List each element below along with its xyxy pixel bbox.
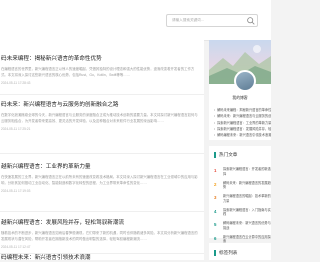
post-meta: 2024-05-11 17:19:03 [1,189,200,194]
divider [0,153,204,154]
hot-article-rank: 1 [214,168,217,173]
tags-heading: 标签列表 [214,250,237,256]
profile-card: 我的博客 解码未来编程：揭秘新兴语言的革命性优势 解码未来：新兴编程语言与云服务… [209,40,271,140]
hot-article-item[interactable]: 3 新兴编程语言的崛起：技术革新的力量 [214,194,271,208]
hot-articles-heading: 热门文章 [214,152,237,158]
hot-article-rank: 3 [214,195,217,200]
post-title[interactable]: 越新兴编程语言：工业界的革新力量 [1,163,200,171]
post-date: 2024-05-11 17:12:47 [1,245,31,249]
post-date: 2024-05-11 17:25:21 [1,127,31,131]
divider [0,211,204,212]
hot-article-rank: 6 [214,235,217,241]
hot-article-title[interactable]: 解码编程未来：新兴语言的优势与挑战 [223,221,271,231]
profile-link[interactable]: 解码未来：新兴编程语言与云服务的创新融合之路 [214,113,271,119]
hot-article-rank: 5 [214,222,217,227]
hot-articles-list: 1 探索新兴编程语言：开发者的新选择 2 解码未来：新兴编程语言的发展趋势 3 … [214,167,271,248]
profile-link-list: 解码未来编程：揭秘新兴语言的革命性优势 解码未来：新兴编程语言与云服务的创新融合… [214,107,271,138]
post-excerpt: 在编程语言的世界里，新兴编程语言正以惊人的速度崛起，凭借其独特的设计理念和强大的… [1,67,195,77]
post-excerpt: 随着技术的不断进步，新兴编程语言如雨后春笋般涌现，它们带来了新的机遇，同时也伴随… [1,231,198,241]
post-item[interactable]: 码未来编程：揭秘新兴语言的革命性优势 在编程语言的世界里，新兴编程语言正以惊人的… [0,55,200,86]
profile-link[interactable]: 探索新兴编程语言：工业界的革新力量 [214,120,271,126]
post-meta: 2024-05-11 17:28:43 [1,81,200,86]
post-excerpt: 在数字化浪潮席卷全球的今天，新兴编程语言与云服务的深度融合正成为推动技术创新的重… [1,113,198,123]
post-title[interactable]: 码未来编程：揭秘新兴语言的革命性优势 [1,55,200,63]
post-item[interactable]: 越新兴编程语言：工业界的革新力量 在快速发展的工业界，新兴编程语言正在以前所未有… [0,163,200,194]
hot-articles-card: 热门文章 1 探索新兴编程语言：开发者的新选择 2 解码未来：新兴编程语言的发展… [209,146,271,243]
hot-article-title[interactable]: 探索新兴编程语言：开发者的新选择 [223,167,271,177]
post-meta: 2024-05-11 17:12:47 [1,245,200,250]
post-item[interactable]: 码编程未来：新兴语言引领技术浪潮 [0,254,200,262]
search-input[interactable] [166,14,258,27]
post-date: 2024-05-11 17:28:43 [1,81,31,85]
post-list: 码未来编程：揭秘新兴语言的革命性优势 在编程语言的世界里，新兴编程语言正以惊人的… [0,40,204,262]
post-excerpt: 在快速发展的工业界，新兴编程语言正在以前所未有的速度改变着技术格局。本文将深入探… [1,175,198,185]
post-title[interactable]: 码编程未来：新兴语言引领技术浪潮 [1,254,200,262]
hot-article-rank: 4 [214,208,217,214]
hot-article-title[interactable]: 探索新兴编程语言：入门指南与实践 [223,208,271,218]
post-item[interactable]: 码未来：新兴编程语言与云服务的创新融合之路 在数字化浪潮席卷全球的今天，新兴编程… [0,101,200,132]
hot-article-item[interactable]: 5 解码编程未来：新兴语言的优势与挑战 [214,221,271,235]
hot-article-rank: 2 [214,181,217,187]
profile-link[interactable]: 解码编程未来：新兴语言引领技术浪潮 [214,132,271,138]
hot-article-item[interactable]: 2 解码未来：新兴编程语言的发展趋势 [214,181,271,195]
post-date: 2024-05-11 17:19:03 [1,189,31,193]
hot-article-item[interactable]: 4 探索新兴编程语言：入门指南与实践 [214,208,271,222]
divider [0,94,204,95]
tags-card: 标签列表 [209,243,271,260]
top-bar [0,0,271,41]
profile-name: 我的博客 [232,96,248,100]
search-icon[interactable] [246,16,256,26]
post-title[interactable]: 码未来：新兴编程语言与云服务的创新融合之路 [1,101,200,109]
post-item[interactable]: 越新兴编程语言：发展风险并存，轻松驾驭新潮流 随着技术的不断进步，新兴编程语言如… [0,219,200,250]
avatar[interactable] [234,70,256,92]
post-title[interactable]: 越新兴编程语言：发展风险并存，轻松驾驭新潮流 [1,219,200,227]
hot-article-item[interactable]: 1 探索新兴编程语言：开发者的新选择 [214,167,271,181]
hot-article-title[interactable]: 新兴编程语言的崛起：技术革新的力量 [223,194,271,204]
post-meta: 2024-05-11 17:25:21 [1,127,200,132]
hot-article-title[interactable]: 解码未来：新兴编程语言的发展趋势 [223,181,271,191]
